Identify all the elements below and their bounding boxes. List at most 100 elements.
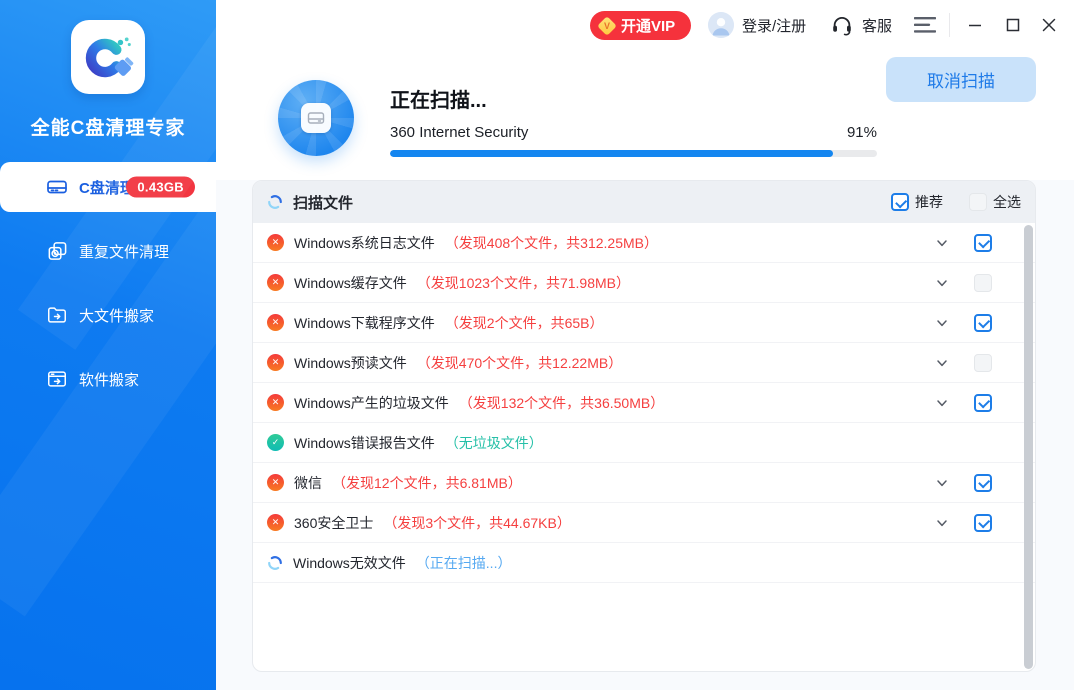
chevron-down-icon[interactable] — [935, 356, 949, 370]
titlebar-divider — [949, 13, 950, 37]
avatar — [708, 12, 734, 38]
row-detail: （发现3个文件，共44.67KB） — [383, 513, 571, 533]
app-window: 全能C盘清理专家 C盘清理 0.43GB — [0, 0, 1074, 690]
vip-icon: V — [597, 16, 617, 36]
table-row[interactable]: ✕ Windows缓存文件 （发现1023个文件，共71.98MB） — [253, 263, 1035, 303]
menu-icon[interactable] — [914, 15, 936, 35]
row-name: Windows系统日志文件 — [294, 233, 435, 253]
app-logo — [71, 20, 145, 94]
row-detail: （发现408个文件，共312.25MB） — [445, 233, 658, 253]
sidebar-item-duplicate-clean[interactable]: 重复文件清理 — [0, 226, 216, 276]
main-content: V 开通VIP 登录/注册 — [216, 0, 1074, 690]
disk-icon — [46, 176, 68, 198]
error-icon: ✕ — [267, 354, 284, 371]
size-badge: 0.43GB — [126, 177, 195, 198]
scan-progress-bar — [390, 150, 877, 157]
disk-glyph-icon — [301, 103, 331, 133]
row-name: Windows预读文件 — [294, 353, 407, 373]
row-name: Windows产生的垃圾文件 — [294, 393, 449, 413]
row-detail: （发现12个文件，共6.81MB） — [332, 473, 522, 493]
sidebar-item-label: C盘清理 — [79, 177, 135, 198]
headset-icon — [830, 13, 854, 37]
panel-header: 扫描文件 推荐 全选 — [253, 181, 1035, 223]
row-checkbox[interactable] — [974, 314, 992, 332]
close-button[interactable] — [1038, 14, 1060, 36]
table-row[interactable]: ✕ 360安全卫士 （发现3个文件，共44.67KB） — [253, 503, 1035, 543]
row-detail: （无垃圾文件） — [445, 433, 543, 453]
spinner-icon — [267, 194, 283, 210]
chevron-down-icon[interactable] — [935, 316, 949, 330]
customer-service-label: 客服 — [862, 15, 892, 36]
folder-move-icon — [46, 304, 68, 326]
vip-button[interactable]: V 开通VIP — [590, 11, 691, 40]
select-all-checkbox[interactable] — [969, 193, 987, 211]
window-move-icon — [46, 368, 68, 390]
table-row[interactable]: ✕ Windows产生的垃圾文件 （发现132个文件，共36.50MB） — [253, 383, 1035, 423]
table-row[interactable]: ✓ Windows错误报告文件 （无垃圾文件） — [253, 423, 1035, 463]
row-detail: （发现2个文件，共65B） — [445, 313, 604, 333]
scan-subline: 360 Internet Security 91% — [390, 124, 877, 141]
table-row[interactable]: ✕ Windows预读文件 （发现470个文件，共12.22MB） — [253, 343, 1035, 383]
app-title: 全能C盘清理专家 — [0, 113, 216, 140]
scan-disk-icon — [278, 80, 354, 156]
row-name: Windows无效文件 — [293, 553, 406, 573]
table-row[interactable]: Windows无效文件 （正在扫描...） — [253, 543, 1035, 583]
spinner-icon — [267, 555, 283, 571]
table-row[interactable]: ✕ Windows下载程序文件 （发现2个文件，共65B） — [253, 303, 1035, 343]
login-button[interactable]: 登录/注册 — [708, 12, 806, 38]
chevron-down-icon[interactable] — [935, 396, 949, 410]
recommend-label: 推荐 — [915, 192, 943, 212]
sidebar-item-software-move[interactable]: 软件搬家 — [0, 354, 216, 404]
row-checkbox[interactable] — [974, 474, 992, 492]
table-row[interactable]: ✕ Windows系统日志文件 （发现408个文件，共312.25MB） — [253, 223, 1035, 263]
row-checkbox[interactable] — [974, 274, 992, 292]
row-checkbox[interactable] — [974, 514, 992, 532]
sidebar-item-big-file-move[interactable]: 大文件搬家 — [0, 290, 216, 340]
panel-header-controls: 推荐 全选 — [891, 192, 1023, 212]
clean-icon: ✓ — [267, 434, 284, 451]
select-all-label: 全选 — [993, 192, 1021, 212]
cancel-scan-button[interactable]: 取消扫描 — [886, 57, 1036, 102]
row-detail: （正在扫描...） — [416, 553, 512, 573]
row-checkbox[interactable] — [974, 234, 992, 252]
sidebar-nav: C盘清理 0.43GB 重复文件清理 — [0, 162, 216, 418]
recommend-checkbox[interactable] — [891, 193, 909, 211]
minimize-button[interactable] — [964, 14, 986, 36]
row-detail: （发现470个文件，共12.22MB） — [417, 353, 622, 373]
duplicate-files-icon — [46, 240, 68, 262]
row-detail: （发现1023个文件，共71.98MB） — [417, 273, 630, 293]
sidebar: 全能C盘清理专家 C盘清理 0.43GB — [0, 0, 216, 690]
sidebar-item-label: 重复文件清理 — [79, 241, 169, 262]
vip-button-label: 开通VIP — [621, 15, 675, 36]
table-row[interactable]: ✕ 微信 （发现12个文件，共6.81MB） — [253, 463, 1035, 503]
maximize-button[interactable] — [1002, 14, 1024, 36]
error-icon: ✕ — [267, 394, 284, 411]
scan-file-panel: 扫描文件 推荐 全选 ✕ Windows系统日志文件 （发现408个文件，共31… — [252, 180, 1036, 672]
scan-current-item: 360 Internet Security — [390, 124, 528, 141]
titlebar: V 开通VIP 登录/注册 — [216, 0, 1074, 50]
row-checkbox[interactable] — [974, 354, 992, 372]
chevron-down-icon[interactable] — [935, 236, 949, 250]
row-name: 360安全卫士 — [294, 513, 373, 533]
scan-status-title: 正在扫描... — [390, 84, 487, 113]
scrollbar-thumb[interactable] — [1024, 225, 1033, 669]
row-name: 微信 — [294, 473, 322, 493]
chevron-down-icon[interactable] — [935, 476, 949, 490]
sidebar-item-label: 大文件搬家 — [79, 305, 154, 326]
row-checkbox[interactable] — [974, 394, 992, 412]
scan-progress-fill — [390, 150, 833, 157]
row-name: Windows下载程序文件 — [294, 313, 435, 333]
error-icon: ✕ — [267, 474, 284, 491]
login-label: 登录/注册 — [742, 15, 806, 36]
scan-percent: 91% — [847, 124, 877, 141]
chevron-down-icon[interactable] — [935, 276, 949, 290]
error-icon: ✕ — [267, 274, 284, 291]
customer-service-button[interactable]: 客服 — [830, 13, 892, 37]
chevron-down-icon[interactable] — [935, 516, 949, 530]
error-icon: ✕ — [267, 234, 284, 251]
error-icon: ✕ — [267, 314, 284, 331]
panel-title: 扫描文件 — [293, 192, 353, 213]
sidebar-item-label: 软件搬家 — [79, 369, 139, 390]
row-name: Windows错误报告文件 — [294, 433, 435, 453]
sidebar-item-c-disk-clean[interactable]: C盘清理 0.43GB — [0, 162, 216, 212]
